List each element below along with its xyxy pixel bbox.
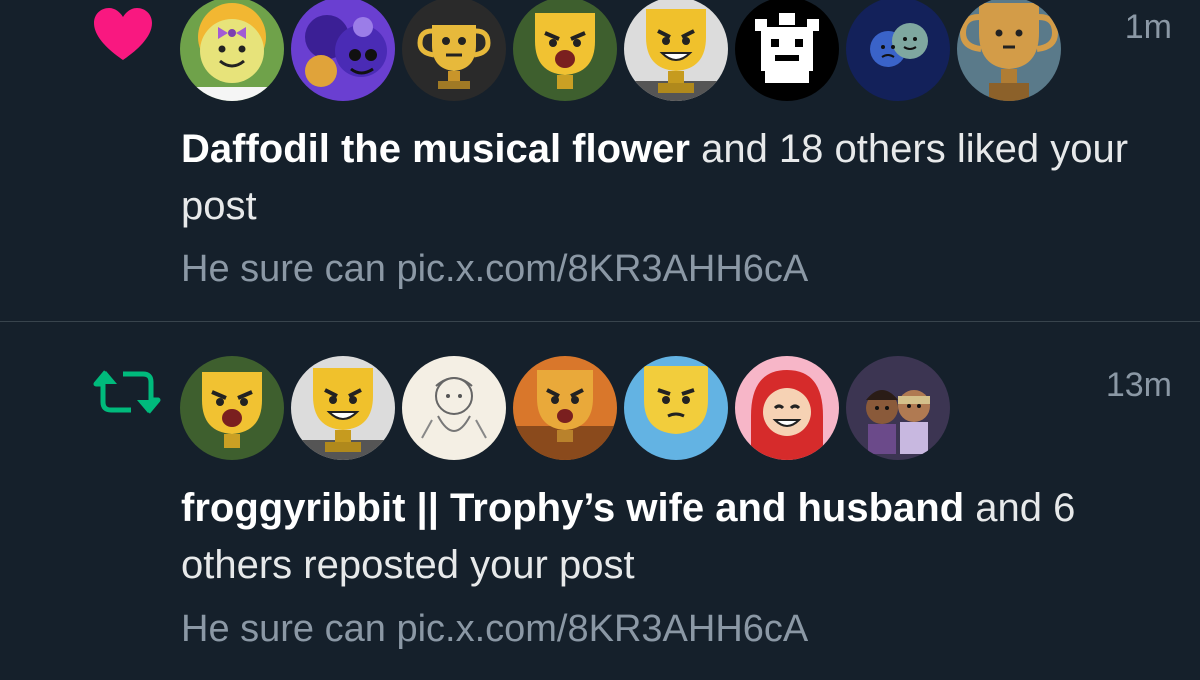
notification-text: Daffodil the musical flower and 18 other… [181,121,1171,235]
shouting-trophy-avatar[interactable] [513,0,617,101]
actor-name[interactable]: Daffodil the musical flower [181,127,690,171]
post-preview[interactable]: He sure can pic.x.com/8KR3AHH6cA [181,608,808,651]
repost-notification[interactable]: 13m froggyribbit || Trophy’s wife and hu… [0,322,1200,680]
golden-trophy-avatar[interactable] [402,0,506,101]
two-characters-avatar[interactable] [846,356,950,460]
like-notification[interactable]: 1m Daffodil the musical flower and 18 ot… [0,0,1200,321]
repost-icon [92,364,162,420]
grinning-trophy-avatar[interactable] [624,0,728,101]
notifications-feed: 1m Daffodil the musical flower and 18 ot… [0,0,1200,680]
bronze-trophy-avatar[interactable] [957,0,1061,101]
angry-trophy-avatar[interactable] [513,356,617,460]
purple-character-avatar[interactable] [291,0,395,101]
post-preview[interactable]: He sure can pic.x.com/8KR3AHH6cA [181,248,808,291]
pixel-monster-avatar[interactable] [735,0,839,101]
heart-icon [92,6,154,62]
grinning-trophy-avatar[interactable] [291,356,395,460]
shouting-trophy-avatar[interactable] [180,356,284,460]
actor-name[interactable]: froggyribbit || Trophy’s wife and husban… [181,486,964,530]
notification-text: froggyribbit || Trophy’s wife and husban… [181,480,1171,594]
sketch-character-avatar[interactable] [402,356,506,460]
red-haired-girl-avatar[interactable] [735,356,839,460]
notification-time: 13m [1105,366,1172,404]
blue-faces-avatar[interactable] [846,0,950,101]
notification-time: 1m [1124,8,1172,46]
daffodil-flower-avatar[interactable] [180,0,284,101]
grumpy-trophy-avatar[interactable] [624,356,728,460]
